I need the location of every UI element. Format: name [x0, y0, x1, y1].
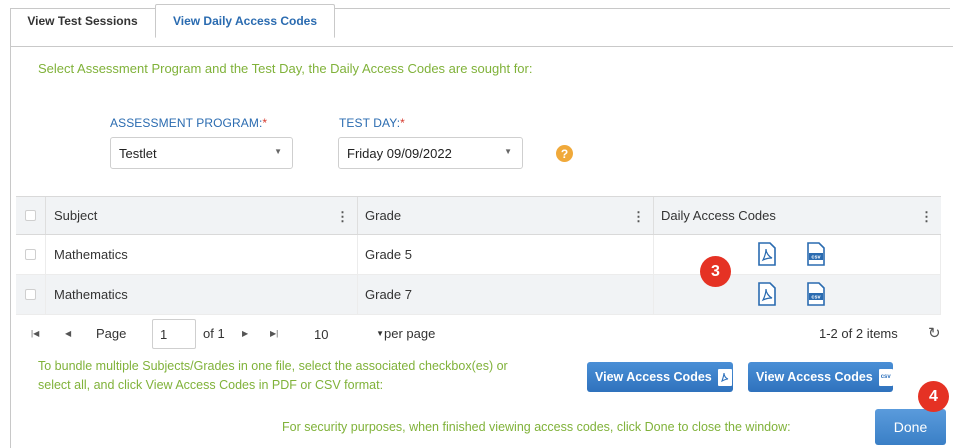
table-row: Mathematics Grade 5	[16, 235, 941, 275]
column-menu-icon[interactable]: ⋮	[920, 209, 933, 225]
tab-view-test-sessions[interactable]: View Test Sessions	[10, 4, 155, 38]
first-page-icon[interactable]: |◀	[31, 329, 39, 338]
assessment-program-label: ASSESSMENT PROGRAM:*	[110, 116, 268, 130]
csv-file-icon[interactable]: csv	[806, 242, 826, 266]
pdf-file-icon[interactable]	[757, 282, 777, 306]
table-row: Mathematics Grade 7	[16, 275, 941, 315]
pdf-file-icon	[717, 368, 732, 386]
per-page-select[interactable]: 10 ▼	[310, 319, 390, 349]
pager: |◀ ◀ Page 1 of 1 ▶ ▶| 10 ▼ per page 1-2 …	[16, 316, 946, 352]
per-page-value: 10	[314, 326, 329, 342]
refresh-icon[interactable]: ↻	[928, 324, 941, 342]
step-3-badge: 3	[700, 256, 731, 287]
access-codes-cell	[654, 275, 941, 314]
access-codes-grid: Subject ⋮ Grade ⋮ Daily Access Codes ⋮ M…	[16, 196, 941, 315]
svg-text:csv: csv	[811, 255, 821, 261]
page-count-label: of 1	[203, 326, 225, 341]
help-icon[interactable]: ?	[556, 145, 573, 162]
prev-page-icon[interactable]: ◀	[65, 329, 71, 338]
column-header-grade[interactable]: Grade ⋮	[358, 197, 654, 234]
per-page-label: per page	[384, 326, 436, 341]
header-checkbox-cell	[16, 197, 46, 234]
access-codes-cell	[654, 235, 941, 274]
chevron-down-icon: ▼	[504, 147, 512, 156]
pdf-file-icon[interactable]	[757, 242, 777, 266]
column-header-subject[interactable]: Subject ⋮	[46, 197, 358, 234]
bundle-instruction: To bundle multiple Subjects/Grades in on…	[38, 359, 508, 392]
column-menu-icon[interactable]: ⋮	[336, 209, 349, 225]
page-number-input[interactable]: 1	[152, 319, 196, 349]
security-instruction: For security purposes, when finished vie…	[282, 420, 791, 434]
items-count: 1-2 of 2 items	[819, 326, 898, 341]
step-4-badge: 4	[918, 381, 949, 412]
column-menu-icon[interactable]: ⋮	[632, 209, 645, 225]
test-day-value: Friday 09/09/2022	[347, 145, 452, 161]
tab-view-daily-access-codes[interactable]: View Daily Access Codes	[155, 4, 335, 38]
test-day-label: TEST DAY:*	[339, 116, 405, 130]
view-access-codes-csv-button[interactable]: View Access Codes csv	[748, 362, 893, 392]
chevron-down-icon: ▼	[274, 147, 282, 156]
test-day-select[interactable]: Friday 09/09/2022 ▼	[338, 137, 523, 169]
row-checkbox[interactable]	[25, 249, 36, 260]
next-page-icon[interactable]: ▶	[242, 329, 248, 338]
grade-cell: Grade 5	[358, 235, 654, 274]
csv-file-icon: csv	[878, 368, 893, 386]
subject-cell: Mathematics	[46, 275, 358, 314]
page-label: Page	[96, 326, 127, 341]
assessment-program-value: Testlet	[119, 145, 157, 161]
instruction-text: Select Assessment Program and the Test D…	[38, 61, 533, 76]
subject-cell: Mathematics	[46, 235, 358, 274]
select-all-checkbox[interactable]	[25, 210, 36, 221]
chevron-down-icon: ▼	[376, 329, 384, 338]
row-checkbox[interactable]	[25, 289, 36, 300]
grade-cell: Grade 7	[358, 275, 654, 314]
csv-file-icon[interactable]: csv	[806, 282, 826, 306]
assessment-program-select[interactable]: Testlet ▼	[110, 137, 293, 169]
grid-header: Subject ⋮ Grade ⋮ Daily Access Codes ⋮	[16, 196, 941, 235]
last-page-icon[interactable]: ▶|	[270, 329, 278, 338]
svg-text:csv: csv	[811, 295, 821, 301]
view-access-codes-pdf-button[interactable]: View Access Codes	[587, 362, 733, 392]
done-button[interactable]: Done	[875, 409, 946, 445]
column-header-daily-access-codes[interactable]: Daily Access Codes ⋮	[654, 197, 941, 234]
